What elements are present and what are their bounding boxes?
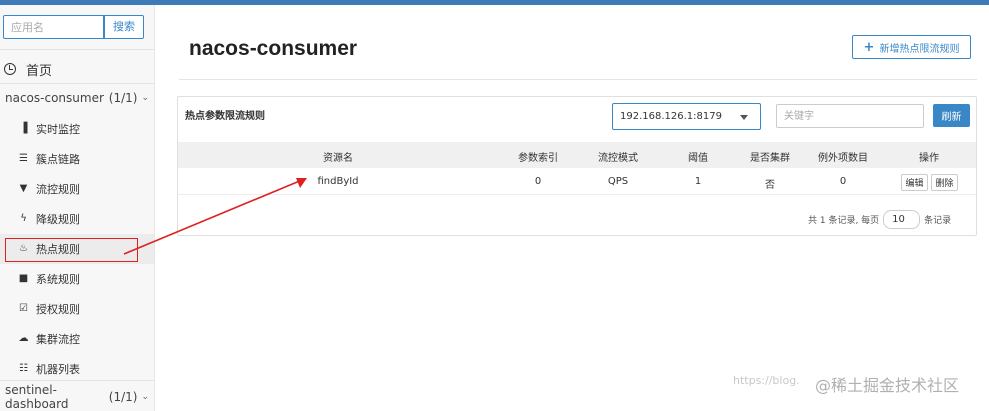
- sidebar: 搜索 首页 nacos-consumer (1/1) ⌄ ▐ 实时监控 ☰ 簇点…: [0, 5, 155, 411]
- add-button-label: 新增热点限流规则: [879, 43, 960, 55]
- watermark-url: https://blog.: [733, 374, 800, 387]
- app-count: (1/1): [108, 91, 138, 105]
- flash-icon: ϟ: [20, 213, 27, 224]
- keyword-input[interactable]: [776, 104, 924, 128]
- table-row: findById 0 QPS 1 否 0 编辑 删除: [178, 168, 976, 195]
- caret-down-icon: [740, 115, 748, 120]
- sidebar-item-home[interactable]: 首页: [0, 53, 154, 85]
- cell-resource: findById: [317, 176, 359, 187]
- table-header: 资源名 参数索引 流控模式 阈值 是否集群 例外项数目 操作: [178, 142, 976, 168]
- sidebar-item-realtime-monitor[interactable]: ▐ 实时监控: [0, 114, 154, 144]
- clock-icon: [4, 63, 16, 75]
- app-group-sentinel-dashboard[interactable]: sentinel-dashboard (1/1) ⌄: [0, 383, 154, 411]
- column-header: 例外项数目: [818, 153, 868, 164]
- machine-select[interactable]: 192.168.126.1:8179: [612, 103, 761, 130]
- column-header: 是否集群: [750, 153, 790, 164]
- annotation-highlight-box: [5, 238, 138, 262]
- watermark-brand: @稀土掘金技术社区: [815, 376, 960, 395]
- sidebar-item-label: 授权规则: [36, 303, 80, 316]
- chevron-down-icon: ⌄: [141, 392, 149, 402]
- chevron-down-icon: ⌄: [141, 93, 149, 103]
- divider: [179, 79, 977, 80]
- sidebar-item-flow-rules[interactable]: ▼ 流控规则: [0, 174, 154, 204]
- sidebar-item-label: 机器列表: [36, 363, 80, 376]
- column-header: 参数索引: [518, 153, 558, 164]
- sidebar-item-degrade-rules[interactable]: ϟ 降级规则: [0, 204, 154, 234]
- app-name: nacos-consumer: [5, 91, 104, 105]
- th-list-icon: ☷: [19, 363, 28, 374]
- sidebar-item-cluster-link[interactable]: ☰ 簇点链路: [0, 144, 154, 174]
- page-title: nacos-consumer: [189, 37, 358, 60]
- sidebar-item-system-rules[interactable]: ■ 系统规则: [0, 264, 154, 294]
- lock-icon: ■: [18, 273, 29, 284]
- app-search-input[interactable]: [3, 15, 104, 39]
- app-name: sentinel-dashboard: [5, 383, 69, 411]
- divider: [0, 380, 154, 381]
- sidebar-item-auth-rules[interactable]: ☑ 授权规则: [0, 294, 154, 324]
- check-square-icon: ☑: [19, 303, 28, 314]
- cell-mode: QPS: [607, 176, 629, 187]
- divider: [0, 49, 154, 50]
- plus-icon: +: [863, 39, 875, 55]
- app-count: (1/1): [108, 390, 138, 404]
- refresh-button[interactable]: 刷新: [933, 104, 970, 127]
- cell-threshold: 1: [694, 176, 702, 187]
- sidebar-item-label: 集群流控: [36, 333, 80, 346]
- pagination: 共 1 条记录, 每页 10 条记录: [808, 210, 951, 229]
- bar-chart-icon: ▐: [19, 123, 28, 134]
- add-hotspot-rule-button[interactable]: + 新增热点限流规则: [852, 35, 971, 59]
- rules-panel: 热点参数限流规则 192.168.126.1:8179 刷新 资源名 参数索引 …: [177, 96, 977, 236]
- sidebar-item-cluster-flow[interactable]: ☁ 集群流控: [0, 324, 154, 354]
- edit-button[interactable]: 编辑: [901, 174, 928, 191]
- app-group-nacos-consumer[interactable]: nacos-consumer (1/1) ⌄: [0, 84, 154, 112]
- sidebar-item-label: 实时监控: [36, 123, 80, 136]
- cell-exceptions: 0: [839, 176, 847, 187]
- pager-suffix: 条记录: [924, 216, 952, 226]
- sidebar-item-label: 降级规则: [36, 213, 80, 226]
- list-icon: ☰: [19, 153, 28, 164]
- delete-button[interactable]: 删除: [931, 174, 958, 191]
- sidebar-item-label: 系统规则: [36, 273, 80, 286]
- pager-prefix: 共 1 条记录, 每页: [808, 216, 880, 226]
- sidebar-item-label: 簇点链路: [36, 153, 80, 166]
- cell-cluster: 否: [765, 180, 775, 191]
- machine-select-value: 192.168.126.1:8179: [620, 111, 722, 122]
- page-size-input[interactable]: 10: [883, 210, 921, 229]
- column-header: 资源名: [323, 153, 353, 164]
- app-search: 搜索: [3, 15, 144, 39]
- main-content: nacos-consumer + 新增热点限流规则 热点参数限流规则 192.1…: [155, 5, 989, 411]
- sidebar-item-label: 首页: [26, 63, 53, 79]
- cloud-icon: ☁: [18, 333, 29, 344]
- cell-param-index: 0: [534, 176, 542, 187]
- panel-title: 热点参数限流规则: [185, 111, 265, 122]
- sidebar-item-label: 流控规则: [36, 183, 80, 196]
- column-header: 阈值: [688, 153, 708, 164]
- column-header: 操作: [919, 153, 939, 164]
- filter-icon: ▼: [19, 183, 28, 194]
- search-button[interactable]: 搜索: [104, 15, 144, 39]
- column-header: 流控模式: [598, 153, 638, 164]
